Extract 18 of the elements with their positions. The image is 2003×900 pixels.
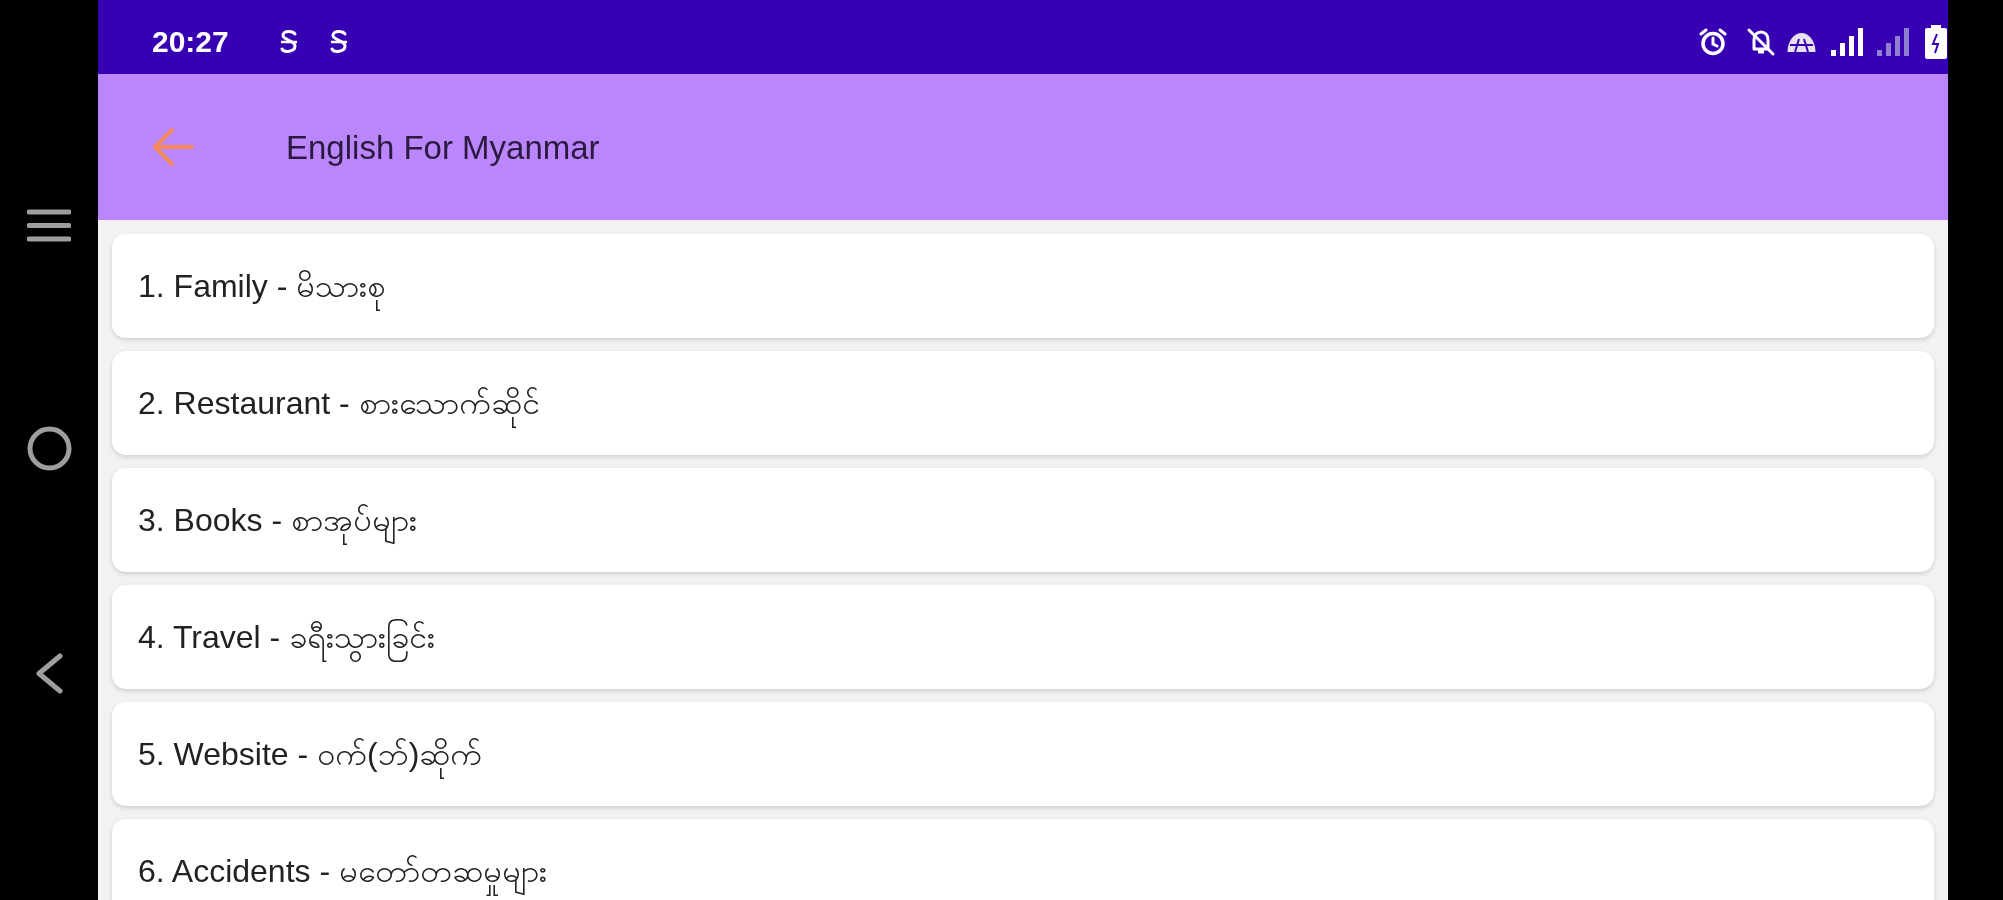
lesson-item[interactable]: 3. Books - စာအုပ်များ: [112, 468, 1934, 572]
back-chevron-icon[interactable]: [35, 653, 63, 694]
lesson-item[interactable]: 2. Restaurant - စားသောက်ဆိုင်: [112, 351, 1934, 455]
lesson-item[interactable]: 4. Travel - ခရီးသွားခြင်း: [112, 585, 1934, 689]
app-title: English For Myanmar: [286, 130, 600, 164]
lesson-item[interactable]: 1. Family - မိသားစု: [112, 234, 1934, 338]
weak-signal-icon: [1877, 28, 1910, 56]
alarm-clock-icon: [1699, 28, 1727, 56]
home-circle-icon[interactable]: [26, 426, 72, 471]
lesson-item[interactable]: 6. Accidents - မတော်တဆမှုများ: [112, 819, 1934, 900]
muted-bell-icon: [1746, 27, 1776, 57]
notification-icon: [278, 29, 299, 55]
menu-icon[interactable]: [27, 209, 71, 242]
lesson-item[interactable]: 5. Website - ဝက်(ဘ်)ဆိုက်: [112, 702, 1934, 806]
notification-icon: [328, 29, 349, 55]
signal-icon: [1831, 28, 1864, 56]
status-time: 20:27: [152, 27, 229, 57]
dome-icon: [1787, 32, 1816, 52]
